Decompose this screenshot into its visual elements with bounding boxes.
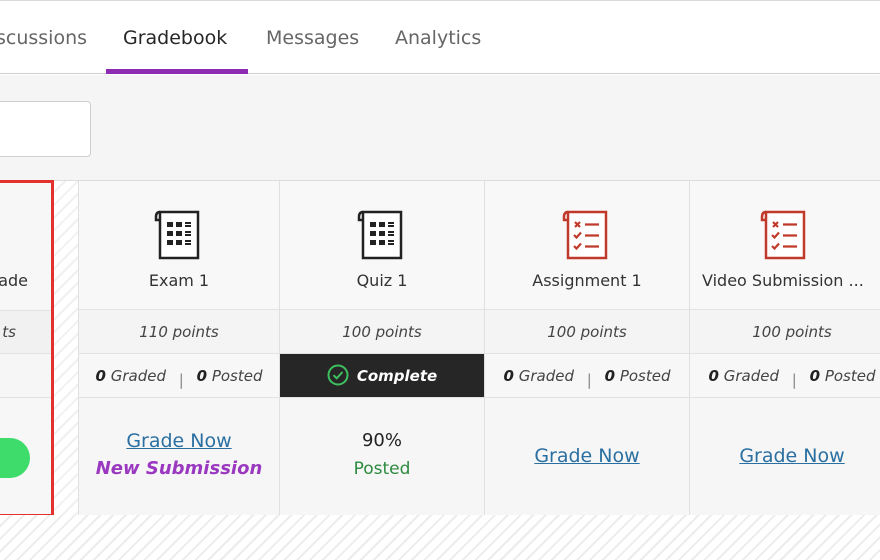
column-points: 100 points — [690, 310, 880, 354]
grading-status: 0 Graded | 0 Posted — [690, 354, 880, 398]
column-title: Video Submission ... — [702, 271, 864, 290]
check-circle-icon — [327, 364, 349, 385]
search-input[interactable] — [0, 101, 91, 157]
gradebook-column-quiz-1: Quiz 1 100 points Complete 90% Posted — [279, 181, 484, 515]
complete-label: Complete — [356, 367, 438, 385]
posted-count: 0 — [604, 367, 616, 385]
grade-now-link[interactable]: Grade Now — [79, 430, 279, 452]
gradebook-column-assignment-1: Assignment 1 100 points 0 Graded | 0 Pos… — [484, 181, 689, 515]
gradebook-column-video-submission: Video Submission ... 100 points 0 Graded… — [689, 181, 880, 515]
separator: | — [586, 371, 592, 389]
separator: | — [178, 371, 184, 389]
tab-analytics[interactable]: Analytics — [395, 1, 481, 75]
graded-label: Graded — [723, 367, 779, 385]
grade-cell[interactable]: 90% Posted — [280, 398, 484, 515]
column-header[interactable]: Exam 1 — [79, 181, 279, 310]
column-points: 100 points — [485, 310, 689, 354]
new-submission-label: New Submission — [95, 458, 263, 479]
column-points: 110 points — [79, 310, 279, 354]
gradebook-grid: Exam 1 110 points 0 Graded | 0 Posted Gr… — [0, 181, 880, 515]
grade-now-link[interactable]: Grade Now — [485, 445, 689, 467]
assignment-icon — [562, 210, 608, 260]
posted-count: 0 — [809, 367, 821, 385]
column-header[interactable]: Quiz 1 — [280, 181, 484, 310]
posted-label: Posted — [211, 367, 263, 385]
active-tab-indicator — [106, 69, 248, 74]
grade-score: 90% — [361, 430, 402, 451]
empty-area — [0, 515, 880, 560]
grade-cell: Grade Now — [485, 398, 689, 515]
tab-discussions[interactable]: scussions — [0, 1, 87, 75]
grading-status: 0 Graded | 0 Posted — [79, 354, 279, 398]
grade-cell: Grade Now New Submission — [79, 398, 279, 515]
grade-cell: Grade Now — [690, 398, 880, 515]
posted-label: Posted — [824, 367, 876, 385]
column-header[interactable]: Assignment 1 — [485, 181, 689, 310]
column-title: Quiz 1 — [356, 271, 408, 290]
separator: | — [791, 371, 797, 389]
posted-label: Posted — [619, 367, 671, 385]
test-icon — [154, 210, 200, 260]
test-icon — [357, 210, 403, 260]
grade-now-link[interactable]: Grade Now — [690, 445, 880, 467]
assignment-icon — [760, 210, 806, 260]
tab-messages[interactable]: Messages — [266, 1, 359, 75]
column-title: Assignment 1 — [532, 271, 642, 290]
grade-posted-label: Posted — [353, 459, 411, 479]
grading-status: Complete — [280, 354, 484, 398]
column-header[interactable]: Video Submission ... — [690, 181, 880, 310]
gradebook-filter-bar — [0, 75, 880, 181]
graded-count: 0 — [95, 367, 106, 385]
gradebook-column-exam-1: Exam 1 110 points 0 Graded | 0 Posted Gr… — [78, 181, 279, 515]
graded-label: Graded — [110, 367, 166, 385]
column-points: 100 points — [280, 310, 484, 354]
tab-gradebook[interactable]: Gradebook — [123, 1, 227, 75]
graded-count: 0 — [708, 367, 719, 385]
column-title: Exam 1 — [148, 271, 210, 290]
course-tab-bar: scussions Gradebook Messages Analytics — [0, 0, 880, 74]
posted-count: 0 — [196, 367, 208, 385]
grading-status: 0 Graded | 0 Posted — [485, 354, 689, 398]
graded-count: 0 — [503, 367, 514, 385]
graded-label: Graded — [518, 367, 574, 385]
